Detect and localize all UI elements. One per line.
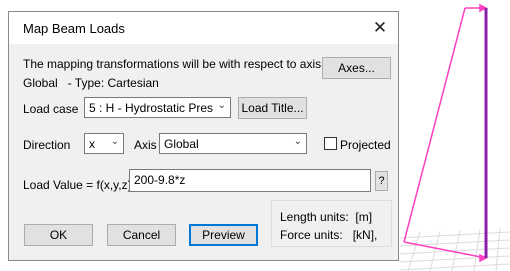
info-text-line1: The mapping transformations will be with… <box>23 57 344 71</box>
axis-label: Axis <box>134 138 157 152</box>
chevron-down-icon: ⌄ <box>217 100 226 111</box>
projected-label: Projected <box>340 138 391 152</box>
load-case-label: Load case <box>23 102 79 116</box>
chevron-down-icon: ⌄ <box>293 136 302 147</box>
info-text-line2: Global - Type: Cartesian <box>23 76 159 90</box>
load-case-value: 5 : H - Hydrostatic Pressur <box>89 101 213 115</box>
load-title-button[interactable]: Load Title... <box>238 97 307 119</box>
map-beam-loads-dialog: Map Beam Loads ✕ The mapping transformat… <box>8 11 399 261</box>
preview-button[interactable]: Preview <box>189 224 258 246</box>
axis-value: Global <box>164 137 199 151</box>
projected-checkbox[interactable] <box>324 137 337 150</box>
ok-button[interactable]: OK <box>24 224 93 246</box>
units-group: Length units: [m] Force units: [kN], <box>271 200 392 247</box>
title-bar: Map Beam Loads ✕ <box>9 12 398 44</box>
load-value-input[interactable]: 200-9.8*z <box>129 169 371 192</box>
ground-grid <box>399 227 510 271</box>
help-button[interactable]: ? <box>375 171 388 191</box>
close-icon[interactable]: ✕ <box>362 12 398 44</box>
direction-value: x <box>89 137 95 151</box>
load-case-select[interactable]: 5 : H - Hydrostatic Pressur ⌄ <box>84 97 231 118</box>
axes-button[interactable]: Axes... <box>322 57 391 79</box>
length-units: Length units: [m] <box>280 210 373 224</box>
direction-select[interactable]: x ⌄ <box>84 133 124 154</box>
dialog-title: Map Beam Loads <box>23 21 125 36</box>
force-units: Force units: [kN], <box>280 228 378 242</box>
load-value-text: 200-9.8*z <box>134 173 186 187</box>
direction-label: Direction <box>23 138 71 152</box>
axis-select[interactable]: Global ⌄ <box>159 133 307 154</box>
load-diagram <box>403 3 488 263</box>
load-value-label: Load Value = f(x,y,z) <box>23 178 132 192</box>
cancel-button[interactable]: Cancel <box>107 224 176 246</box>
chevron-down-icon: ⌄ <box>110 136 119 147</box>
